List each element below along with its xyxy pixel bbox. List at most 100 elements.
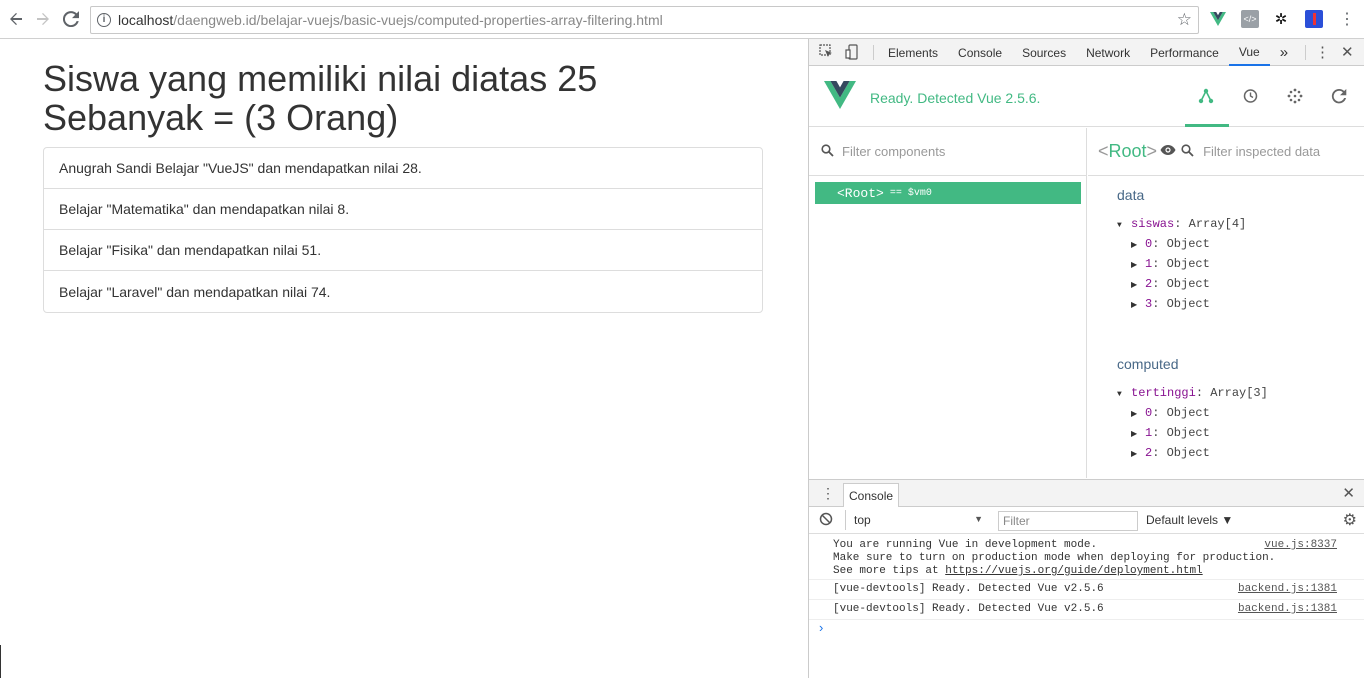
collapsed-icon: ▶ [1131,281,1138,290]
collapsed-icon: ▶ [1131,301,1138,310]
vue-logo-icon [824,81,856,114]
console-filter-input[interactable]: Filter [998,511,1138,531]
data-section-title: data [1117,187,1145,203]
inspector-pane: <Root> Filter inspected data data ▼ siswa… [1088,128,1364,478]
page-title: Siswa yang memiliki nilai diatas 25 Seba… [43,59,743,137]
reload-icon[interactable] [58,6,84,32]
devtools-menu-icon[interactable]: ⋮ [1315,43,1330,61]
filter-components-input[interactable]: Filter components [809,128,1086,176]
tab-vue[interactable]: Vue [1228,39,1270,66]
inspector-header: <Root> Filter inspected data [1088,128,1364,176]
history-icon[interactable] [1240,86,1260,106]
tree-row[interactable]: ▶ 0: Object [1131,237,1210,251]
tab-console-drawer[interactable]: Console [843,483,900,507]
message-text: [vue-devtools] Ready. Detected Vue v2.5.… [833,603,1104,615]
tree-row[interactable]: ▶ 0: Object [1131,406,1210,420]
tree-row[interactable]: ▶ 1: Object [1131,257,1210,271]
message-line: Make sure to turn on production mode whe… [833,552,1276,564]
tab-divider [1305,45,1306,60]
source-link[interactable]: backend.js:1381 [1238,603,1337,616]
more-tabs-button[interactable]: » [1270,39,1298,66]
tab-sources[interactable]: Sources [1012,39,1076,66]
tab-divider [873,45,874,60]
list-item: Belajar "Fisika" dan mendapatkan nilai 5… [44,230,762,271]
context-value: top [854,513,871,527]
devtools-tabbar: Elements Console Sources Network Perform… [809,39,1364,66]
gear-icon[interactable]: ⚙ [1343,510,1357,530]
log-levels-select[interactable]: Default levels ▼ [1146,513,1233,527]
computed-section-title: computed [1117,356,1179,372]
filter-placeholder: Filter [1003,514,1030,528]
collapsed-icon: ▶ [1131,430,1138,439]
forward-icon[interactable] [30,6,56,32]
url-path: /daengweb.id/belajar-vuejs/basic-vuejs/c… [173,12,663,28]
search-icon [1181,143,1194,160]
console-prompt[interactable]: › [819,620,823,635]
info-icon[interactable]: i [97,13,111,27]
active-tab-indicator [1185,124,1229,127]
url-host: localhost [118,12,174,28]
root-component-label: <Root> [837,185,884,201]
text-cursor [0,645,1,678]
collapsed-icon: ▶ [1131,410,1138,419]
components-pane: Filter components <Root> == $vm0 [809,128,1087,478]
close-icon[interactable]: ✕ [1341,43,1354,61]
menu-icon[interactable]: ⋮ [1338,10,1356,28]
vuex-icon[interactable] [1285,86,1305,106]
components-tab-icon[interactable] [1196,86,1216,106]
refresh-icon[interactable] [1329,86,1349,106]
tab-network[interactable]: Network [1076,39,1140,66]
vue-extension-icon[interactable] [1209,10,1227,28]
close-icon[interactable]: ✕ [1342,484,1355,502]
address-bar[interactable]: i localhost/daengweb.id/belajar-vuejs/ba… [90,6,1199,34]
clear-console-icon[interactable] [819,512,833,529]
list-item: Anugrah Sandi Belajar "VueJS" dan mendap… [44,148,762,189]
search-icon [821,143,834,160]
component-tree-root[interactable]: <Root> == $vm0 [815,182,1081,204]
drawer-menu-icon[interactable]: ⋮ [821,485,835,502]
eye-icon[interactable] [1160,144,1176,159]
source-link[interactable]: backend.js:1381 [1238,583,1337,596]
collapsed-icon: ▶ [1131,261,1138,270]
docs-link[interactable]: https://vuejs.org/guide/deployment.html [945,565,1202,577]
message-line: See more tips at [833,565,946,577]
github-extension-icon[interactable]: ✲ [1272,10,1290,28]
device-toggle-icon[interactable] [845,44,859,60]
back-icon[interactable] [3,6,29,32]
list-item: Belajar "Matematika" dan mendapatkan nil… [44,189,762,230]
vue-status: Ready. Detected Vue 2.5.6. [870,90,1041,106]
dropdown-icon: ▼ [974,514,983,524]
browser-toolbar: i localhost/daengweb.id/belajar-vuejs/ba… [0,0,1364,39]
console-message: [vue-devtools] Ready. Detected Vue v2.5.… [809,600,1364,620]
tree-row-tertinggi[interactable]: ▼ tertinggi: Array[3] [1117,386,1268,400]
tree-row[interactable]: ▶ 3: Object [1131,297,1210,311]
message-text: [vue-devtools] Ready. Detected Vue v2.5.… [833,583,1104,595]
expanded-icon: ▼ [1117,390,1122,399]
inspect-icon[interactable] [819,44,833,58]
console-message: You are running Vue in development mode.… [809,534,1364,580]
context-select[interactable]: top ▼ [845,510,983,530]
tab-console[interactable]: Console [948,39,1012,66]
console-message: [vue-devtools] Ready. Detected Vue v2.5.… [809,580,1364,600]
filter-components-placeholder: Filter components [842,144,946,159]
list-item: Belajar "Laravel" dan mendapatkan nilai … [59,283,331,300]
tree-row[interactable]: ▶ 1: Object [1131,426,1210,440]
devtools-panel: Elements Console Sources Network Perform… [808,39,1364,678]
tab-elements[interactable]: Elements [878,39,948,66]
drawer-tabbar: ⋮ Console ✕ [809,480,1364,507]
tree-row[interactable]: ▶ 2: Object [1131,277,1210,291]
star-icon[interactable]: ☆ [1177,10,1192,30]
extension-icon[interactable] [1305,10,1323,28]
vm-reference: == $vm0 [889,187,932,199]
code-extension-icon[interactable]: </> [1241,10,1259,28]
console-drawer: ⋮ Console ✕ top ▼ Filter Default levels … [809,479,1364,678]
tree-row[interactable]: ▶ 2: Object [1131,446,1210,460]
inspector-body: data ▼ siswas: Array[4] ▶ 0: Object ▶ 1: Ob… [1088,177,1352,475]
source-link[interactable]: vue.js:8337 [1264,539,1337,552]
filter-inspected-input[interactable]: Filter inspected data [1203,144,1320,159]
expanded-icon: ▼ [1117,221,1122,230]
inspected-component-tag: Root [1108,141,1147,161]
tab-performance[interactable]: Performance [1140,39,1229,66]
tree-row-siswas[interactable]: ▼ siswas: Array[4] [1117,217,1246,231]
console-toolbar: top ▼ Filter Default levels ▼ ⚙ [809,507,1364,534]
